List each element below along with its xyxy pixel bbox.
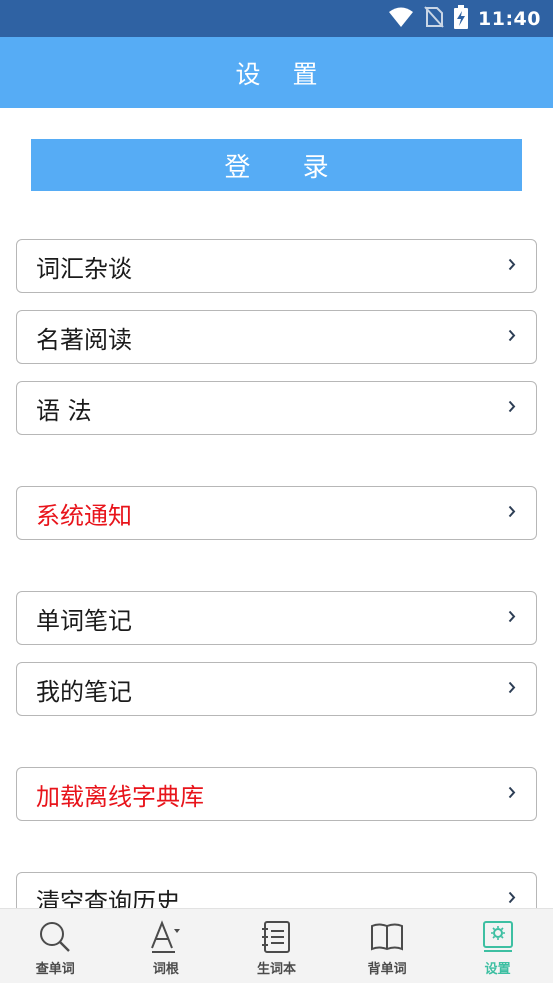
tab-settings[interactable]: 设置 — [442, 909, 553, 983]
menu-item-label: 名著阅读 — [36, 325, 132, 354]
menu-item-word-notes[interactable]: 单词笔记 — [16, 591, 537, 645]
tab-wordbook[interactable]: 生词本 — [221, 909, 332, 983]
menu-item-label: 语 法 — [36, 396, 92, 425]
menu-item-label: 加载离线字典库 — [36, 782, 204, 811]
tab-memorize[interactable]: 背单词 — [332, 909, 443, 983]
login-button[interactable]: 登 录 — [31, 139, 522, 191]
menu-item-label: 单词笔记 — [36, 606, 132, 635]
notebook-icon — [259, 920, 293, 954]
tab-lookup[interactable]: 查单词 — [0, 909, 111, 983]
menu-item-clear-history[interactable]: 清空查询历史 — [16, 872, 537, 908]
open-book-icon — [370, 920, 404, 954]
settings-book-icon — [481, 920, 515, 954]
chevron-right-icon — [508, 890, 516, 909]
menu-item-label: 系统通知 — [36, 501, 132, 530]
search-icon — [38, 920, 72, 954]
login-button-label: 登 录 — [224, 152, 351, 183]
chevron-right-icon — [508, 504, 516, 523]
menu-item-label: 我的笔记 — [36, 677, 132, 706]
chevron-right-icon — [508, 328, 516, 347]
tab-settings-label: 设置 — [484, 962, 511, 977]
status-icons: 11:40 — [388, 0, 541, 37]
tab-roots[interactable]: 词根 — [111, 909, 222, 983]
settings-list[interactable]: 登 录 词汇杂谈 名著阅读 语 法 系统通知 单词笔记 我的笔记 加载离线字典库… — [0, 108, 553, 908]
menu-item-my-notes[interactable]: 我的笔记 — [16, 662, 537, 716]
menu-item-vocab-chat[interactable]: 词汇杂谈 — [16, 239, 537, 293]
no-sim-icon — [424, 5, 444, 32]
menu-item-grammar[interactable]: 语 法 — [16, 381, 537, 435]
chevron-right-icon — [508, 399, 516, 418]
tab-roots-label: 词根 — [152, 962, 179, 977]
chevron-right-icon — [508, 609, 516, 628]
tab-wordbook-label: 生词本 — [256, 962, 296, 977]
tab-lookup-label: 查单词 — [35, 962, 75, 977]
chevron-right-icon — [508, 680, 516, 699]
status-time: 11:40 — [478, 7, 541, 30]
status-bar: 11:40 — [0, 0, 553, 37]
bottom-nav: 查单词 词根 生词本 背单词 设置 — [0, 908, 553, 983]
tab-memorize-label: 背单词 — [367, 962, 407, 977]
page-title: 设 置 — [235, 59, 330, 89]
menu-item-system-notice[interactable]: 系统通知 — [16, 486, 537, 540]
menu-item-label: 清空查询历史 — [36, 887, 180, 909]
font-icon — [149, 920, 183, 954]
battery-charging-icon — [454, 4, 469, 33]
app-header: 设 置 — [0, 37, 553, 108]
chevron-right-icon — [508, 785, 516, 804]
wifi-icon — [388, 6, 414, 32]
menu-item-offline-dict[interactable]: 加载离线字典库 — [16, 767, 537, 821]
chevron-right-icon — [508, 257, 516, 276]
menu-item-label: 词汇杂谈 — [36, 254, 132, 283]
menu-item-classics-reading[interactable]: 名著阅读 — [16, 310, 537, 364]
